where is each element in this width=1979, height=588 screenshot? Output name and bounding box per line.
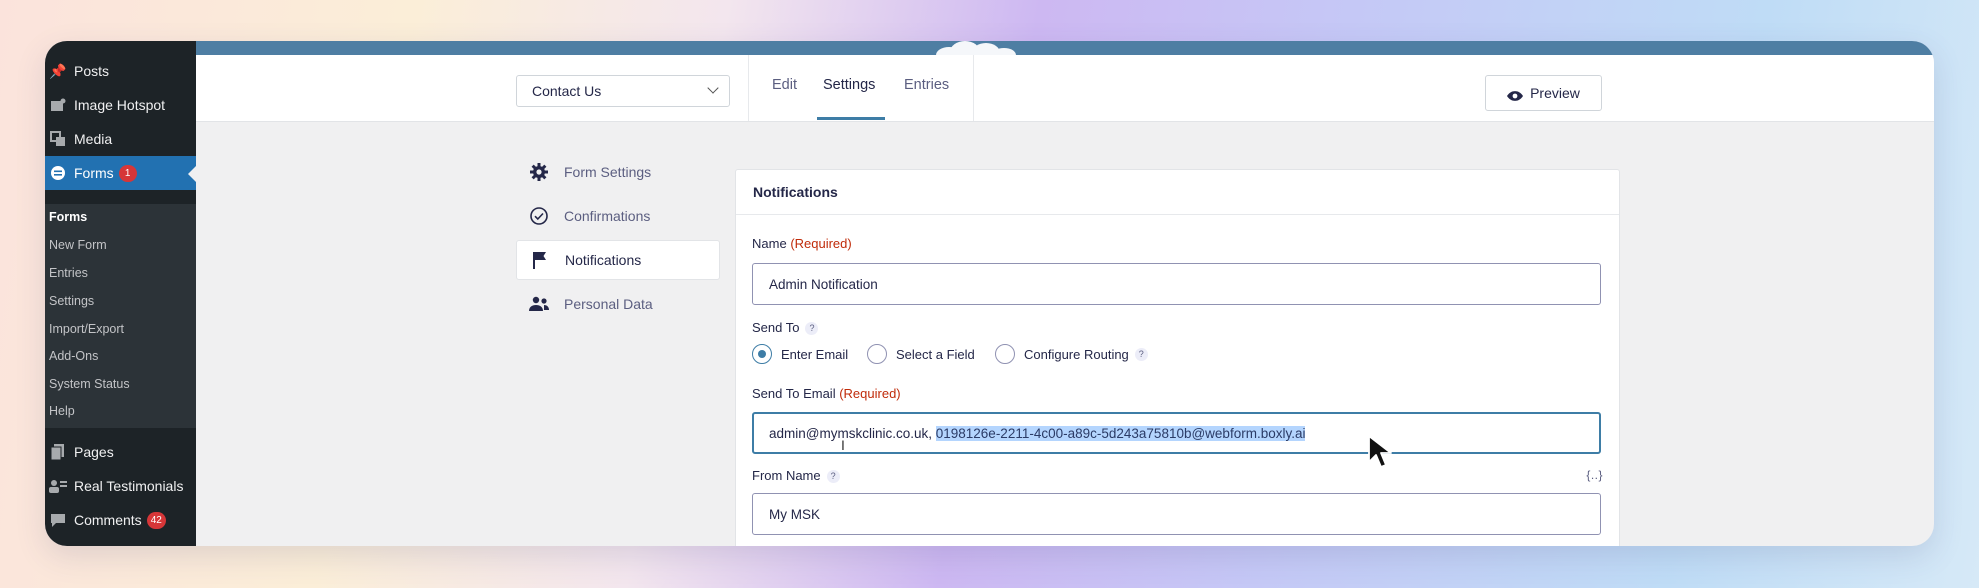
forms-icon (47, 163, 69, 183)
submenu-item-new-form[interactable]: New Form (49, 238, 107, 252)
flag-icon (529, 251, 551, 269)
help-icon[interactable]: ? (826, 470, 840, 484)
radio-unselected-icon (867, 344, 887, 364)
active-tab-indicator (817, 117, 885, 120)
settings-nav-label: Confirmations (564, 208, 651, 224)
email-text-plain: admin@mymskclinic.co.uk, (769, 425, 936, 441)
submenu-item-add-ons[interactable]: Add-Ons (49, 349, 98, 363)
submenu-item-import-export[interactable]: Import/Export (49, 322, 124, 336)
people-icon (528, 296, 550, 312)
submenu-item-settings[interactable]: Settings (49, 294, 94, 308)
radio-label: Enter Email (781, 346, 849, 362)
merge-tag-button[interactable]: {..} (1586, 468, 1603, 482)
send-to-email-label-text: Send To Email (752, 386, 836, 401)
sidebar-item-label: Posts (74, 63, 110, 79)
cloud-decoration (936, 41, 1016, 63)
radio-label: Configure Routing (1024, 346, 1129, 362)
settings-nav-confirmations[interactable]: Confirmations (516, 196, 720, 236)
submenu-item-entries[interactable]: Entries (49, 266, 88, 280)
send-to-email-input[interactable]: admin@mymskclinic.co.uk, 0198126e-2211-4… (752, 412, 1601, 454)
comments-count-badge: 42 (146, 511, 166, 529)
settings-nav-label: Form Settings (564, 164, 652, 180)
preview-label: Preview (1530, 85, 1580, 101)
check-circle-icon (528, 207, 550, 225)
required-indicator: (Required) (839, 386, 901, 401)
name-input[interactable]: Admin Notification (752, 263, 1601, 305)
tab-settings[interactable]: Settings (823, 77, 875, 93)
toolbar-divider (973, 55, 974, 121)
pin-icon: 📌 (49, 62, 67, 79)
sidebar-item-label: Forms (74, 165, 114, 181)
form-toolbar: Contact Us Edit Settings Entries Preview (196, 55, 1934, 122)
tab-entries[interactable]: Entries (904, 77, 949, 93)
panel-title: Notifications (736, 170, 1619, 215)
sidebar-item-forms[interactable]: Forms 1 (45, 156, 196, 190)
testimonials-icon (47, 476, 69, 496)
current-menu-arrow (188, 166, 196, 182)
from-name-value: My MSK (769, 506, 821, 522)
submenu-item-forms[interactable]: Forms (49, 210, 87, 224)
preview-button[interactable]: Preview (1485, 75, 1602, 111)
email-text-selected: 0198126e-2211-4c00-a89c-5d243a75810b@web… (935, 425, 1306, 441)
settings-nav-label: Personal Data (564, 296, 653, 312)
gear-icon (528, 163, 550, 181)
form-switcher-value: Contact Us (532, 83, 602, 99)
admin-sidebar: 📌 Posts Image Hotspot Media Forms 1 Form… (45, 41, 196, 546)
notification-panel: Notifications Name (Required) Admin Noti… (735, 169, 1620, 546)
sidebar-item-image-hotspot[interactable]: Image Hotspot (45, 88, 196, 122)
sidebar-item-posts[interactable]: 📌 Posts (45, 54, 196, 88)
settings-nav-notifications[interactable]: Notifications (516, 240, 720, 280)
pages-icon (47, 442, 69, 462)
toolbar-divider (748, 55, 749, 121)
top-strip (196, 41, 1934, 63)
name-label-text: Name (752, 236, 787, 251)
sidebar-item-label: Pages (74, 444, 114, 460)
tab-edit[interactable]: Edit (772, 77, 797, 93)
required-indicator: (Required) (790, 236, 852, 251)
chevron-down-icon (707, 82, 719, 94)
from-name-label-text: From Name (752, 468, 821, 483)
forms-submenu: Forms New Form Entries Settings Import/E… (45, 204, 196, 428)
update-count-badge: 1 (118, 164, 137, 182)
sidebar-item-label: Image Hotspot (74, 97, 166, 113)
radio-enter-email[interactable]: Enter Email (752, 344, 848, 364)
radio-label: Select a Field (896, 346, 975, 362)
app-window: 📌 Posts Image Hotspot Media Forms 1 Form… (45, 41, 1934, 546)
sidebar-item-comments[interactable]: Comments 42 (45, 503, 196, 537)
send-to-email-label: Send To Email (Required) (752, 386, 901, 401)
radio-unselected-icon (995, 344, 1015, 364)
submenu-item-help[interactable]: Help (49, 404, 75, 418)
comments-icon (47, 510, 69, 530)
form-switcher-select[interactable]: Contact Us (516, 75, 730, 107)
radio-configure-routing[interactable]: Configure Routing? (995, 344, 1148, 364)
settings-nav-label: Notifications (565, 252, 642, 268)
mouse-pointer-icon (1367, 434, 1397, 475)
settings-nav-personal-data[interactable]: Personal Data (516, 284, 720, 324)
from-name-label: From Name? (752, 468, 840, 484)
help-icon[interactable]: ? (805, 322, 819, 336)
image-hotspot-icon (47, 95, 69, 115)
sidebar-item-media[interactable]: Media (45, 122, 196, 156)
submenu-item-system-status[interactable]: System Status (49, 377, 130, 391)
sidebar-item-label: Media (74, 131, 113, 147)
from-name-input[interactable]: My MSK (752, 493, 1601, 535)
sidebar-item-label: Real Testimonials (74, 478, 184, 494)
sidebar-item-real-testimonials[interactable]: Real Testimonials (45, 469, 196, 503)
sidebar-item-pages[interactable]: Pages (45, 435, 196, 469)
help-icon[interactable]: ? (1134, 347, 1148, 361)
sidebar-item-label: Comments (74, 512, 142, 528)
media-icon (47, 129, 69, 149)
settings-nav-form-settings[interactable]: Form Settings (516, 152, 720, 192)
name-field-label: Name (Required) (752, 236, 852, 251)
text-cursor-icon: I (841, 437, 845, 453)
send-to-label-text: Send To (752, 320, 800, 335)
send-to-label: Send To? (752, 320, 819, 336)
eye-icon (1507, 88, 1524, 101)
name-input-value: Admin Notification (769, 276, 878, 292)
radio-select-field[interactable]: Select a Field (867, 344, 975, 364)
radio-selected-icon (752, 344, 772, 364)
